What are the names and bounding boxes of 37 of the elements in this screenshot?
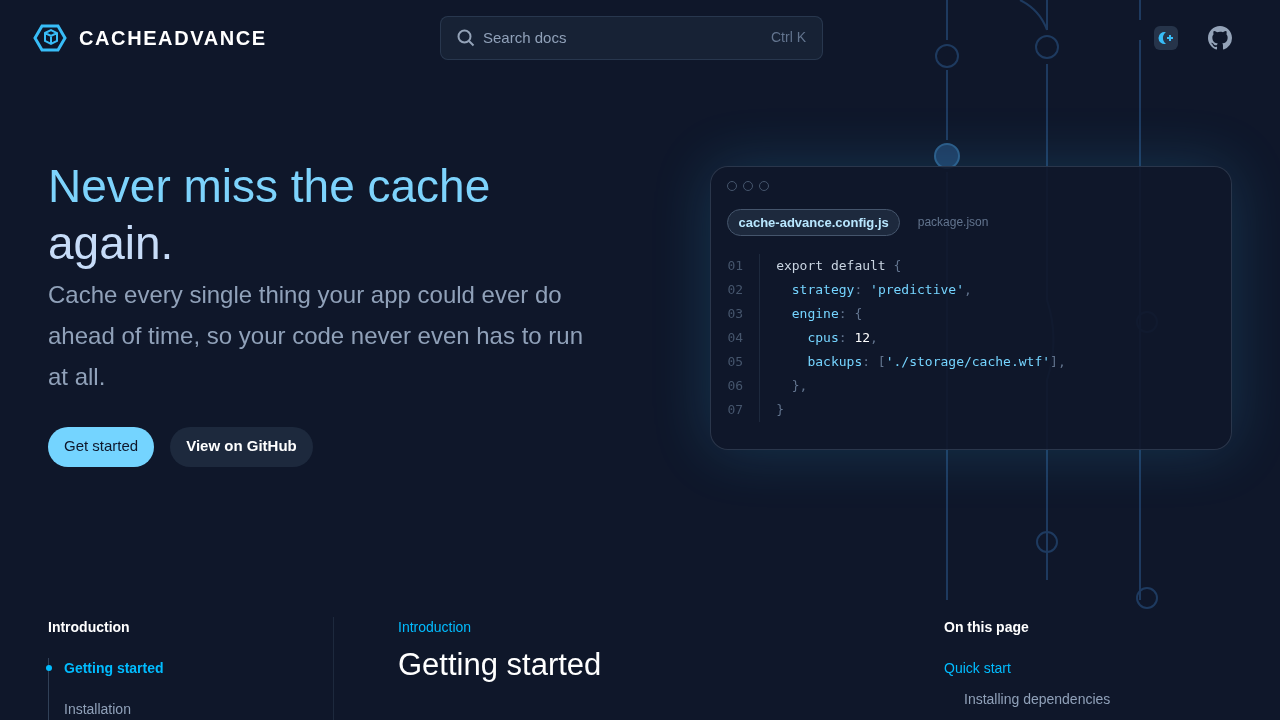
code-line: backups: ['./storage/cache.wtf'], — [806, 353, 1066, 372]
sidebar-link[interactable]: Installation — [49, 699, 317, 720]
file-tab[interactable]: package.json — [911, 210, 995, 235]
shortcut-hint: Ctrl K — [771, 28, 806, 48]
line-number: 01 — [727, 257, 744, 276]
logo-text: CACHEADVANCE — [79, 25, 267, 51]
article-title: Getting started — [398, 646, 603, 684]
search-field[interactable]: Search docs Ctrl K — [440, 15, 823, 60]
hero-title: Never miss the cache again. — [48, 158, 492, 271]
breadcrumb-label: Introduction — [398, 618, 473, 637]
cube-logo-icon — [33, 23, 67, 52]
toc-link[interactable]: Installing dependencies — [944, 689, 1184, 710]
line-number: 05 — [727, 353, 744, 372]
code-line: } — [776, 401, 785, 420]
theme-toggle-button[interactable] — [1154, 25, 1178, 50]
code-line: cpus: 12, — [806, 329, 879, 348]
line-number: 02 — [727, 281, 744, 300]
code-line: strategy: 'predictive', — [790, 281, 973, 300]
file-tab[interactable]: cache-advance.config.js — [727, 208, 900, 237]
line-number: 03 — [727, 305, 744, 324]
github-icon[interactable] — [1208, 25, 1232, 50]
search-icon — [457, 28, 475, 47]
sidebar-link[interactable]: Getting started — [49, 658, 317, 679]
github-link-button[interactable]: View on GitHub — [170, 426, 313, 467]
code-line: export default { — [776, 257, 903, 276]
moon-plus-icon — [1158, 30, 1174, 45]
toc-link[interactable]: Quick start — [944, 658, 1184, 679]
get-started-button[interactable]: Get started — [48, 426, 155, 467]
search-placeholder: Search docs — [483, 27, 568, 48]
code-line: engine: { — [790, 305, 864, 324]
hero-lead: Cache every single thing your app could ever do ahead of time, so your code never even has to run at all. — [48, 279, 584, 392]
toc-heading: On this page — [944, 618, 1030, 637]
code-line: }, — [790, 377, 809, 396]
line-number: 07 — [727, 401, 744, 420]
line-number: 04 — [727, 329, 744, 348]
line-number: 06 — [727, 377, 744, 396]
sidebar-heading: Introduction — [48, 618, 131, 637]
